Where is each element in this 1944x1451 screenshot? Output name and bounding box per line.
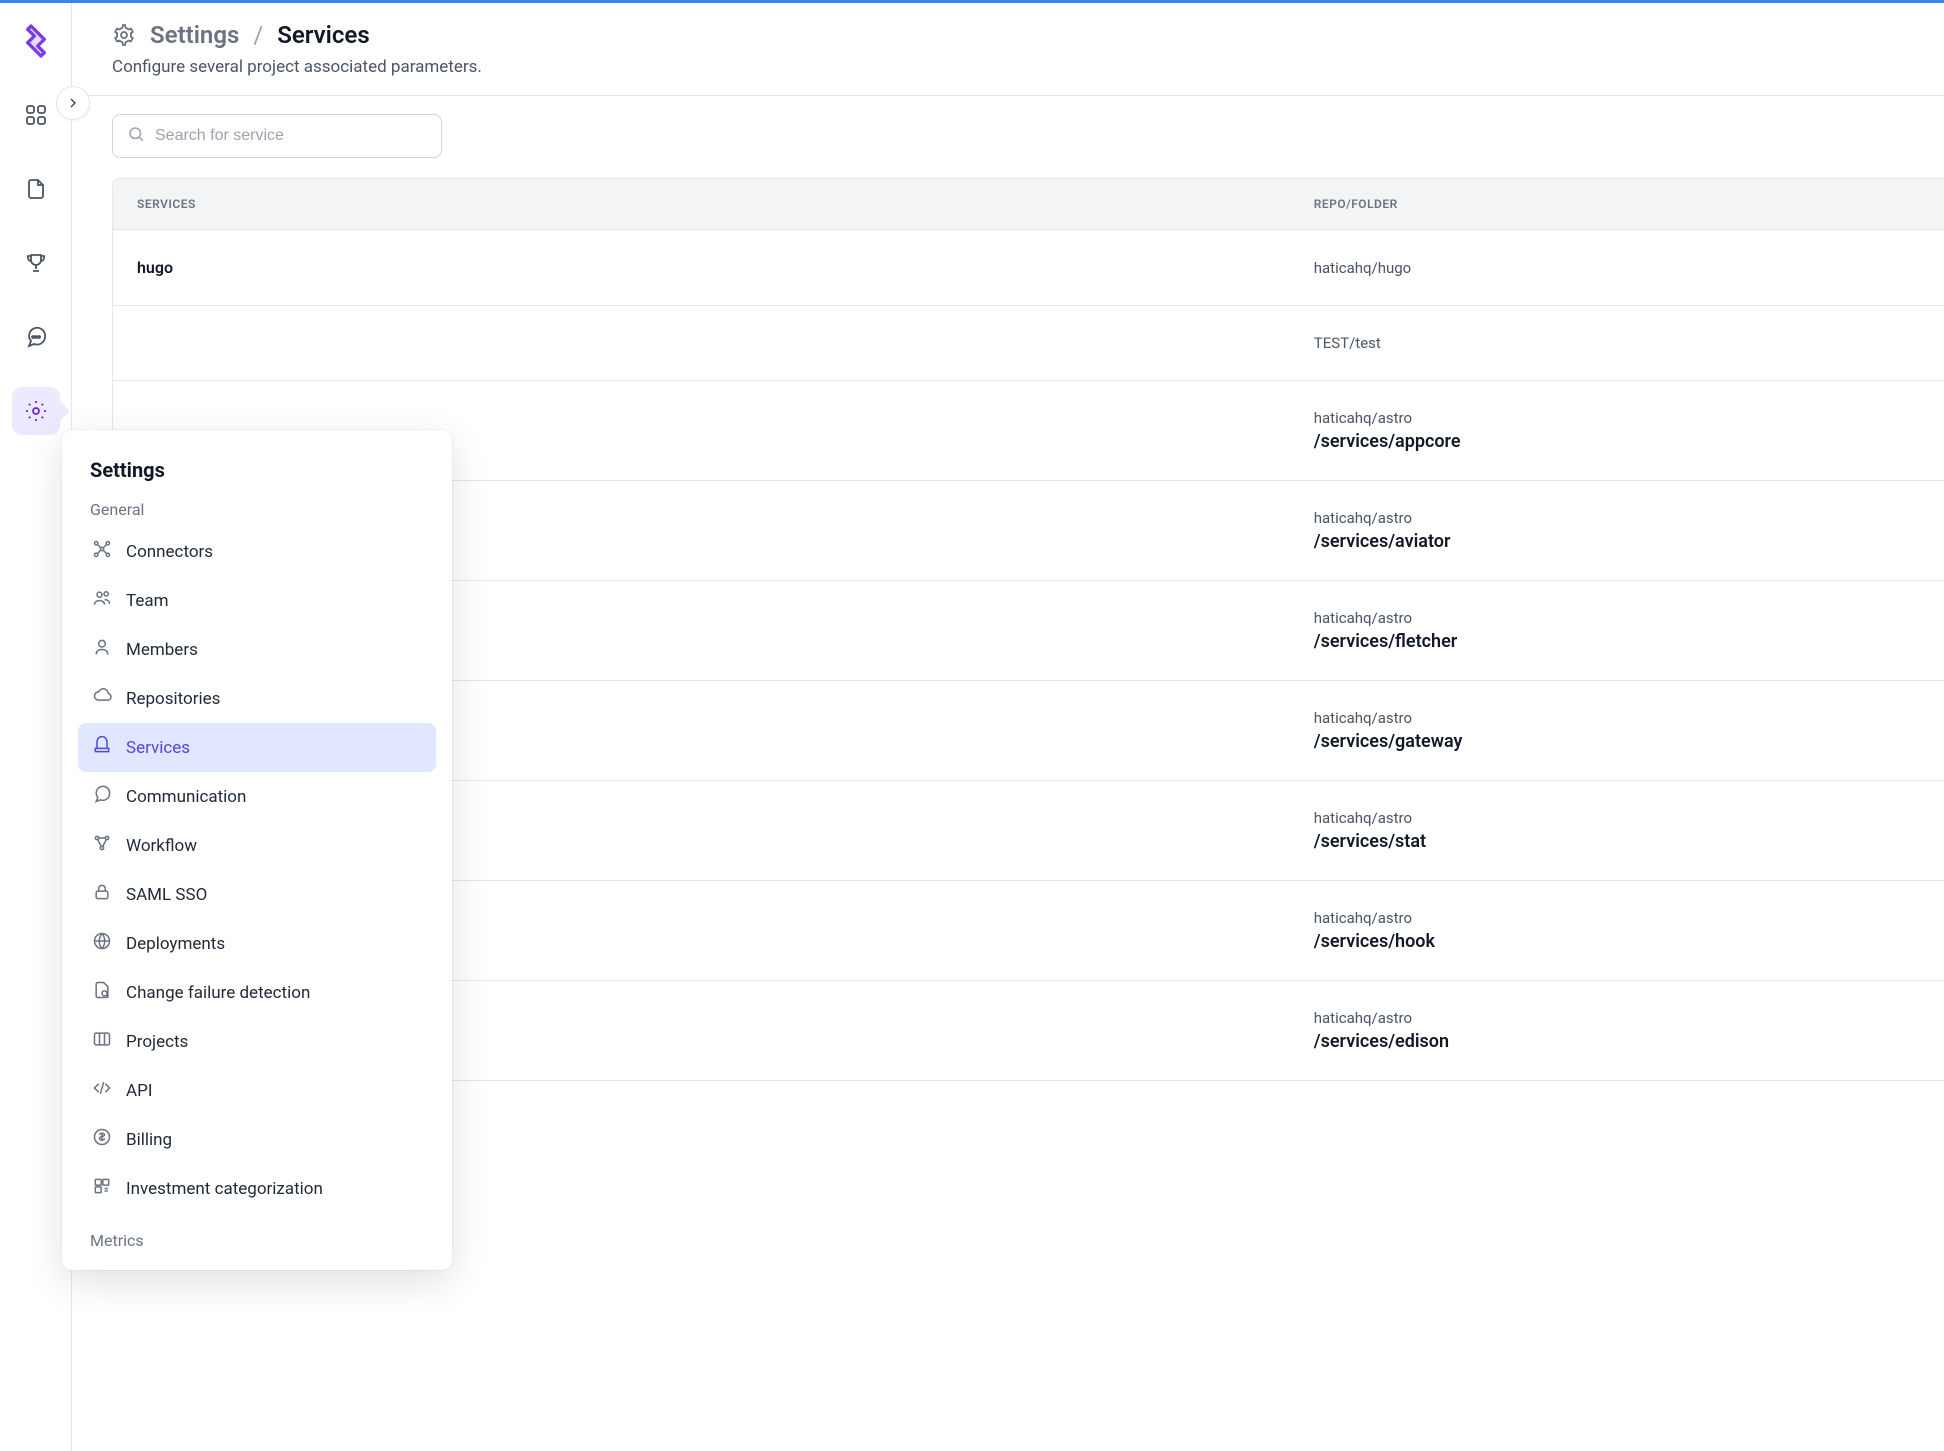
settings-item-label: API — [126, 1081, 152, 1101]
settings-item-label: Deployments — [126, 934, 225, 954]
members-icon — [92, 637, 112, 662]
repo-folder: /services/gateway — [1314, 731, 1920, 752]
settings-item-comm[interactable]: Communication — [78, 772, 436, 821]
header-services: SERVICES — [137, 197, 1314, 211]
settings-item-label: Communication — [126, 787, 246, 807]
flyout-section-general: General — [78, 482, 436, 527]
search-icon — [127, 125, 145, 147]
repo-name: haticahq/astro — [1314, 409, 1920, 427]
settings-item-members[interactable]: Members — [78, 625, 436, 674]
table-row[interactable]: hugohaticahq/hugo — [113, 229, 1944, 305]
page-subtitle: Configure several project associated par… — [112, 57, 1916, 77]
settings-item-deploy[interactable]: Deployments — [78, 919, 436, 968]
breadcrumb-parent[interactable]: Settings — [150, 21, 239, 49]
settings-item-services[interactable]: Services — [78, 723, 436, 772]
nav-settings[interactable] — [12, 387, 60, 435]
settings-item-label: Repositories — [126, 689, 220, 709]
repo-folder: /services/hook — [1314, 931, 1920, 952]
api-icon — [92, 1078, 112, 1103]
breadcrumb-separator: / — [253, 21, 263, 49]
repo-folder: /services/edison — [1314, 1031, 1920, 1052]
nav-docs[interactable] — [12, 165, 60, 213]
repo-name: haticahq/astro — [1314, 809, 1920, 827]
breadcrumb-current: Services — [277, 21, 369, 49]
settings-flyout: Settings General Connectors Team Members Re… — [62, 430, 452, 1270]
settings-item-label: Connectors — [126, 542, 213, 562]
expand-sidebar-button[interactable] — [56, 86, 90, 120]
settings-item-repos[interactable]: Repositories — [78, 674, 436, 723]
repo-folder: /services/aviator — [1314, 531, 1920, 552]
settings-item-label: Services — [126, 738, 190, 758]
table-row[interactable]: TEST/test — [113, 305, 1944, 380]
settings-item-invest[interactable]: Investment categorization — [78, 1164, 436, 1213]
settings-item-label: Workflow — [126, 836, 197, 856]
repo-folder: /services/stat — [1314, 831, 1920, 852]
nav-goals[interactable] — [12, 239, 60, 287]
search-box[interactable] — [112, 114, 442, 158]
settings-item-billing[interactable]: Billing — [78, 1115, 436, 1164]
repo-folder: /services/appcore — [1314, 431, 1920, 452]
settings-item-label: Projects — [126, 1032, 188, 1052]
repo-name: haticahq/astro — [1314, 609, 1920, 627]
flyout-section-metrics: Metrics — [78, 1213, 436, 1250]
header-repo: REPO/FOLDER — [1314, 197, 1920, 211]
nav-dashboard[interactable] — [12, 91, 60, 139]
projects-icon — [92, 1029, 112, 1054]
billing-icon — [92, 1127, 112, 1152]
repo-name: TEST/test — [1314, 334, 1920, 352]
deploy-icon — [92, 931, 112, 956]
settings-item-lock[interactable]: SAML SSO — [78, 870, 436, 919]
brand-logo — [16, 21, 56, 65]
team-icon — [92, 588, 112, 613]
detect-icon — [92, 980, 112, 1005]
settings-item-label: Change failure detection — [126, 983, 310, 1003]
settings-item-workflow[interactable]: Workflow — [78, 821, 436, 870]
repo-name: haticahq/hugo — [1314, 259, 1920, 277]
settings-item-label: Investment categorization — [126, 1179, 323, 1199]
repos-icon — [92, 686, 112, 711]
gear-icon — [112, 23, 136, 47]
settings-item-api[interactable]: API — [78, 1066, 436, 1115]
settings-item-label: Members — [126, 640, 198, 660]
settings-item-projects[interactable]: Projects — [78, 1017, 436, 1066]
settings-item-connectors[interactable]: Connectors — [78, 527, 436, 576]
settings-item-label: SAML SSO — [126, 885, 207, 905]
repo-folder: /services/fletcher — [1314, 631, 1920, 652]
service-name: hugo — [137, 258, 1314, 277]
search-input[interactable] — [155, 127, 427, 145]
repo-name: haticahq/astro — [1314, 509, 1920, 527]
settings-item-label: Team — [126, 591, 169, 611]
settings-item-label: Billing — [126, 1130, 172, 1150]
invest-icon — [92, 1176, 112, 1201]
settings-item-team[interactable]: Team — [78, 576, 436, 625]
services-icon — [92, 735, 112, 760]
repo-name: haticahq/astro — [1314, 909, 1920, 927]
page-header: Settings / Services Configure several pr… — [72, 3, 1944, 96]
nav-chat[interactable] — [12, 313, 60, 361]
repo-name: haticahq/astro — [1314, 1009, 1920, 1027]
repo-name: haticahq/astro — [1314, 709, 1920, 727]
connectors-icon — [92, 539, 112, 564]
settings-item-detect[interactable]: Change failure detection — [78, 968, 436, 1017]
comm-icon — [92, 784, 112, 809]
workflow-icon — [92, 833, 112, 858]
table-header: SERVICES REPO/FOLDER — [113, 179, 1944, 229]
flyout-title: Settings — [78, 458, 436, 482]
breadcrumb: Settings / Services — [112, 21, 1916, 49]
lock-icon — [92, 882, 112, 907]
